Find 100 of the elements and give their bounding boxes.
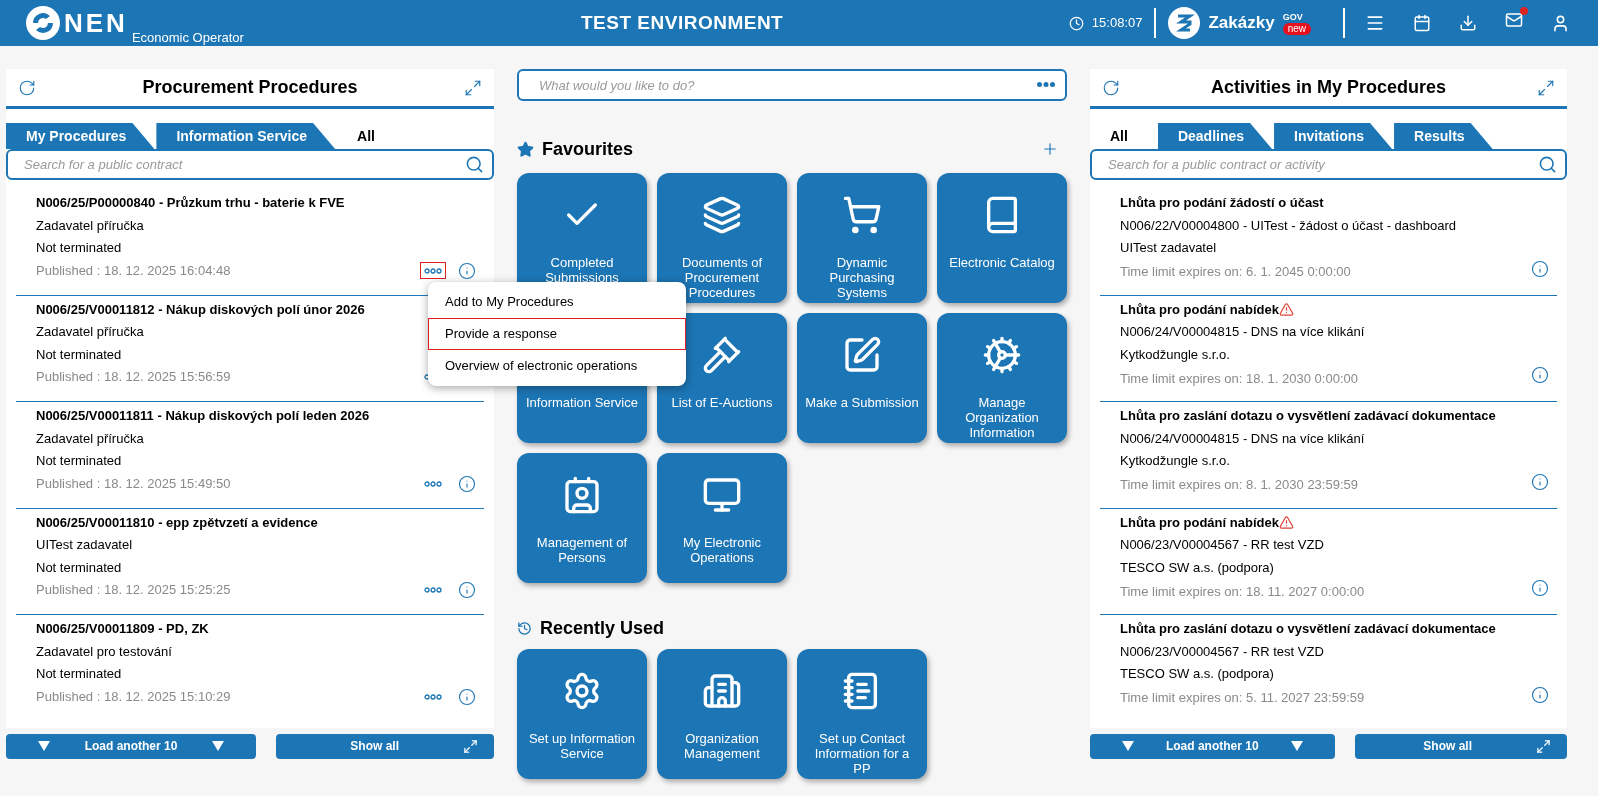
procedure-organization: Zadavatel příručka bbox=[36, 216, 144, 235]
procedure-organization: Zadavatel příručka bbox=[36, 429, 144, 448]
user-button[interactable] bbox=[1551, 13, 1570, 33]
activity-organization: Kytkodžungle s.r.o. bbox=[1120, 452, 1231, 470]
shortcut-tile[interactable]: Set up Information Service bbox=[517, 649, 647, 779]
shortcut-tile[interactable]: Organization Management bbox=[657, 649, 787, 779]
command-search-field[interactable]: What would you like to do? bbox=[517, 69, 1067, 101]
activity-procedure: N006/24/V00004815 - DNS na více klikání bbox=[1120, 429, 1366, 448]
deadline-date: Time limit expires on: 5. 11. 2027 23:59:59 bbox=[1120, 689, 1365, 707]
info-button[interactable] bbox=[1531, 366, 1549, 384]
tab[interactable]: All bbox=[1090, 123, 1156, 149]
procedure-organization: Zadavatel pro testování bbox=[36, 642, 172, 661]
shortcut-tile[interactable]: Electronic Catalog bbox=[937, 173, 1067, 303]
published-date: Published : 18. 12. 2025 15:56:59 bbox=[36, 368, 231, 386]
activity-title[interactable]: Lhůta pro zaslání dotazu o vysvětlení zadávací dokumentace bbox=[1120, 405, 1496, 428]
procedure-organization: UITest zadavatel bbox=[36, 536, 133, 554]
section-title: Favourites bbox=[542, 137, 634, 161]
shortcut-tile[interactable]: Set up Contact Information for a PP bbox=[797, 649, 927, 779]
tab[interactable]: Results bbox=[1394, 123, 1493, 149]
dots-icon bbox=[424, 480, 442, 487]
search-field[interactable]: Search for a public contract or activity bbox=[1090, 149, 1567, 180]
procedure-status: Not terminated bbox=[36, 665, 122, 683]
info-button[interactable] bbox=[458, 581, 476, 600]
procedure-status: Not terminated bbox=[36, 345, 122, 364]
shortcut-tile[interactable]: My Electronic Operations bbox=[657, 453, 787, 583]
download-button[interactable] bbox=[1459, 14, 1477, 32]
dots-icon bbox=[424, 587, 442, 594]
search-icon bbox=[1538, 155, 1557, 174]
dots-icon bbox=[424, 267, 442, 274]
tab[interactable]: Invitations bbox=[1274, 123, 1393, 149]
procedure-title[interactable]: N006/25/V00011811 - Nákup diskových polí leden 2026 bbox=[36, 405, 370, 428]
procedure-title[interactable]: N006/25/V00011810 - epp zpětvzetí a evidence bbox=[36, 511, 318, 534]
procedure-title[interactable]: N006/25/V00011809 - PD, ZK bbox=[36, 618, 209, 641]
published-date: Published : 18. 12. 2025 15:10:29 bbox=[36, 687, 231, 706]
activity-procedure: N006/24/V00004815 - DNS na více klikání bbox=[1120, 323, 1366, 341]
activity-procedure: N006/23/V00004567 - RR test VZD bbox=[1120, 642, 1325, 661]
procedure-title[interactable]: N006/25/V00011812 - Nákup diskových polí únor 2026 bbox=[36, 298, 365, 321]
activity-procedure: N006/22/V00004800 - UITest - žádost o účast - dashboard bbox=[1120, 216, 1458, 235]
more-button[interactable] bbox=[420, 262, 446, 280]
gear-icon bbox=[562, 671, 602, 711]
procedure-status: Not terminated bbox=[36, 452, 122, 470]
deadline-date: Time limit expires on: 8. 1. 2030 23:59:59 bbox=[1120, 476, 1358, 494]
building-icon bbox=[702, 671, 742, 711]
activity-organization: TESCO SW a.s. (podpora) bbox=[1120, 665, 1275, 683]
info-button[interactable] bbox=[1531, 259, 1549, 278]
refresh-button[interactable] bbox=[1102, 78, 1120, 97]
info-button[interactable] bbox=[1531, 579, 1549, 597]
show-all-button[interactable]: Show all bbox=[276, 733, 494, 759]
logo-text: NEN bbox=[64, 8, 128, 38]
activity-title[interactable]: Lhůta pro podání nabídek bbox=[1120, 298, 1279, 321]
shortcut-tile[interactable]: Dynamic Purchasing Systems bbox=[797, 173, 927, 303]
shortcut-tile[interactable]: Make a Submission bbox=[797, 313, 927, 443]
load-more-button[interactable]: Load another 10 bbox=[6, 733, 256, 759]
id-card-icon bbox=[562, 475, 602, 515]
info-button[interactable] bbox=[1531, 472, 1549, 491]
calendar-button[interactable] bbox=[1413, 14, 1431, 32]
shortcut-tile[interactable]: Management of Persons bbox=[517, 453, 647, 583]
history-icon bbox=[517, 620, 532, 636]
expand-icon bbox=[463, 738, 478, 754]
new-badge: new bbox=[1282, 22, 1311, 35]
tab[interactable]: Information Service bbox=[156, 123, 336, 149]
load-more-button[interactable]: Load another 10 bbox=[1090, 733, 1335, 759]
gavel-icon bbox=[702, 335, 742, 375]
info-button[interactable] bbox=[1531, 685, 1549, 704]
info-button[interactable] bbox=[458, 474, 476, 493]
menu-button[interactable] bbox=[1365, 13, 1385, 33]
brand-logo bbox=[1168, 7, 1201, 39]
shortcut-tile[interactable]: Manage Organization Information bbox=[937, 313, 1067, 443]
layers-icon bbox=[702, 195, 742, 235]
expand-button[interactable] bbox=[1537, 78, 1555, 97]
triangle-icon bbox=[1122, 741, 1134, 751]
triangle-icon bbox=[38, 741, 50, 751]
activity-title[interactable]: Lhůta pro podání žádostí o účast bbox=[1120, 192, 1324, 215]
menu-item[interactable]: Provide a response bbox=[428, 318, 686, 350]
info-button[interactable] bbox=[458, 687, 476, 706]
triangle-icon bbox=[1290, 741, 1303, 751]
refresh-button[interactable] bbox=[18, 78, 36, 97]
expand-button[interactable] bbox=[464, 78, 482, 97]
tab[interactable]: All bbox=[337, 123, 403, 149]
procedure-title[interactable]: N006/25/P00000840 - Průzkum trhu - baterie k FVE bbox=[36, 192, 345, 215]
section-title: Recently Used bbox=[540, 616, 665, 640]
search-field[interactable]: Search for a public contract bbox=[6, 149, 494, 180]
more-icon bbox=[1037, 82, 1055, 87]
activity-title[interactable]: Lhůta pro zaslání dotazu o vysvětlení zadávací dokumentace bbox=[1120, 618, 1496, 641]
procedure-organization: Zadavatel příručka bbox=[36, 323, 144, 341]
panel-title: Activities in My Procedures bbox=[1210, 76, 1447, 99]
tab[interactable]: Deadlines bbox=[1157, 123, 1273, 149]
cog-icon bbox=[982, 335, 1022, 375]
mail-button[interactable] bbox=[1505, 11, 1523, 30]
activity-organization: Kytkodžungle s.r.o. bbox=[1120, 345, 1231, 364]
star-icon bbox=[517, 140, 534, 158]
tab[interactable]: My Procedures bbox=[6, 123, 155, 149]
environment-label: TEST ENVIRONMENT bbox=[581, 10, 784, 35]
shortcut-tile[interactable]: Documents of Procurement Procedures bbox=[657, 173, 787, 303]
show-all-button[interactable]: Show all bbox=[1354, 733, 1567, 759]
info-button[interactable] bbox=[458, 261, 476, 280]
published-date: Published : 18. 12. 2025 16:04:48 bbox=[36, 261, 231, 280]
activity-title[interactable]: Lhůta pro podání nabídek bbox=[1120, 511, 1279, 534]
search-icon bbox=[465, 155, 484, 174]
procedure-status: Not terminated bbox=[36, 239, 122, 257]
